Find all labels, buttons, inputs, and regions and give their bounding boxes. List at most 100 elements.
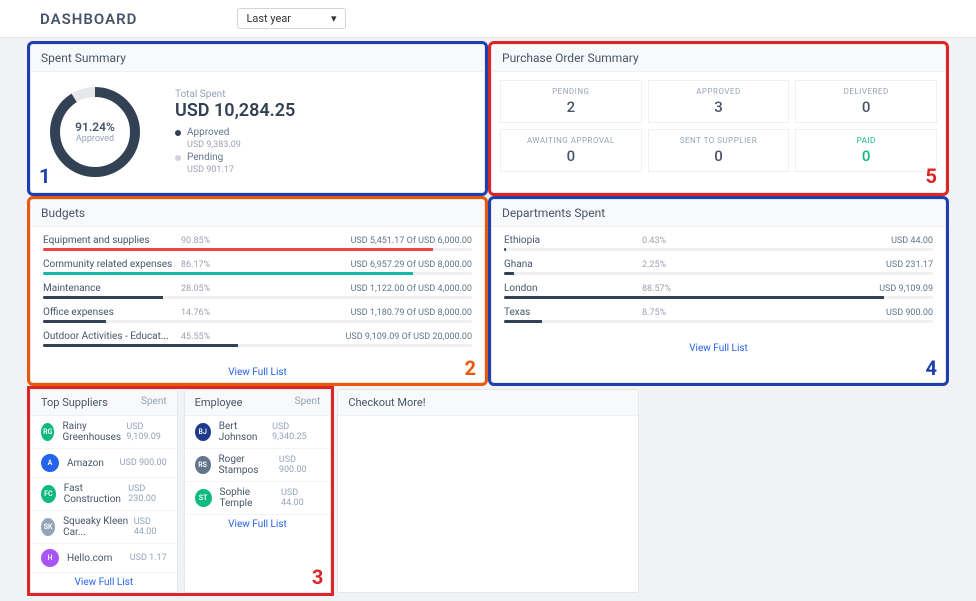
list-item[interactable]: SKSqueaky Kleen Car...USD 44.00 xyxy=(31,511,177,544)
row-name: Office expenses xyxy=(43,307,173,318)
avatar: FC xyxy=(41,485,56,503)
progress-bar xyxy=(43,248,472,251)
avatar: A xyxy=(41,454,59,472)
annotation-3: 3 xyxy=(312,565,323,589)
avatar: BJ xyxy=(195,423,211,441)
list-name: Sophie Temple xyxy=(220,487,282,509)
page-title: DASHBOARD xyxy=(40,10,137,28)
list-value: USD 230.00 xyxy=(128,484,166,504)
row-amount: USD 44.00 xyxy=(891,236,933,246)
annotation-2: 2 xyxy=(465,356,476,380)
row-name: Community related expenses xyxy=(43,259,173,270)
row-amount: USD 9,109.09 Of USD 20,000.00 xyxy=(346,332,472,342)
row-pct: 14.76% xyxy=(181,308,210,318)
po-value: 2 xyxy=(505,98,637,116)
list-value: USD 9,340.25 xyxy=(272,422,320,442)
legend-row: Pending xyxy=(175,152,470,163)
chevron-down-icon: ▾ xyxy=(331,12,337,25)
checkout-more-card: Checkout More! xyxy=(337,389,638,593)
avatar: RG xyxy=(41,423,54,441)
list-name: Roger Stampos xyxy=(219,454,279,476)
progress-bar xyxy=(43,320,472,323)
progress-bar xyxy=(504,320,933,323)
legend-dot-icon xyxy=(175,155,181,161)
legend-sub: USD 9,383.09 xyxy=(187,140,241,150)
card-title: Employee xyxy=(195,396,243,409)
spent-summary-card: 1 Spent Summary 91.24% Approved Total Sp… xyxy=(30,44,485,193)
progress-bar xyxy=(43,272,472,275)
po-cell[interactable]: DELIVERED0 xyxy=(795,80,937,123)
list-value: USD 1.17 xyxy=(130,553,167,563)
row-name: Ethiopia xyxy=(504,235,634,246)
progress-bar xyxy=(504,248,933,251)
suppliers-employees-group: 3 Top Suppliers Spent RG Rainy Greenhouse… xyxy=(30,389,331,593)
list-value: USD 9,109.09 xyxy=(126,422,166,442)
card-title: Top Suppliers xyxy=(41,396,108,409)
avatar: H xyxy=(41,549,59,567)
row-amount: USD 900.00 xyxy=(886,308,933,318)
column-label: Spent xyxy=(295,396,321,409)
list-item[interactable]: RS Roger StamposUSD 900.00 xyxy=(185,449,331,482)
list-item[interactable]: RG Rainy GreenhousesUSD 9,109.09 xyxy=(31,416,177,449)
list-item[interactable]: HHello.comUSD 1.17 xyxy=(31,544,177,573)
po-label: PENDING xyxy=(505,87,637,96)
po-cell[interactable]: AWAITING APPROVAL0 xyxy=(500,129,642,172)
list-value: USD 900.00 xyxy=(279,455,320,475)
row-pct: 88.57% xyxy=(642,284,671,294)
legend-dot-icon xyxy=(175,130,181,136)
po-cell[interactable]: SENT TO SUPPLIER0 xyxy=(648,129,790,172)
card-title: Checkout More! xyxy=(348,396,425,409)
po-value: 0 xyxy=(800,98,932,116)
period-select[interactable]: Last year ▾ xyxy=(237,8,345,29)
legend-label: Pending xyxy=(187,152,223,163)
view-full-list-link[interactable]: View Full List xyxy=(492,339,945,358)
annotation-1: 1 xyxy=(39,164,50,188)
po-label: APPROVED xyxy=(653,87,785,96)
budgets-card: 2 Budgets Equipment and supplies90.85%US… xyxy=(30,199,485,383)
legend-label: Approved xyxy=(187,127,229,138)
po-value: 3 xyxy=(653,98,785,116)
budget-row: Maintenance28.05%USD 1,122.00 Of USD 4,0… xyxy=(43,283,472,299)
budget-row: Outdoor Activities - Educat...45.55%USD … xyxy=(43,331,472,347)
legend-row: Approved xyxy=(175,127,470,138)
view-full-list-link[interactable]: View Full List xyxy=(31,573,177,592)
view-full-list-link[interactable]: View Full List xyxy=(31,363,484,382)
progress-bar xyxy=(504,272,933,275)
column-label: Spent xyxy=(141,396,167,409)
row-amount: USD 9,109.09 xyxy=(879,284,933,294)
po-label: PAID xyxy=(800,136,932,145)
list-name: Squeaky Kleen Car... xyxy=(63,516,134,538)
row-amount: USD 1,122.00 Of USD 4,000.00 xyxy=(351,284,472,294)
row-pct: 0.43% xyxy=(642,236,666,246)
row-pct: 2.25% xyxy=(642,260,666,270)
row-amount: USD 5,451.17 Of USD 6,000.00 xyxy=(351,236,472,246)
list-item[interactable]: FCFast ConstructionUSD 230.00 xyxy=(31,478,177,511)
budget-row: Equipment and supplies90.85%USD 5,451.17… xyxy=(43,235,472,251)
po-cell[interactable]: PENDING 2 xyxy=(500,80,642,123)
po-cell[interactable]: APPROVED 3 xyxy=(648,80,790,123)
employee-card: Employee Spent BJ Bert JohnsonUSD 9,340.2… xyxy=(184,389,332,593)
budget-row: Texas8.75%USD 900.00 xyxy=(504,307,933,323)
po-label: AWAITING APPROVAL xyxy=(505,136,637,145)
po-value: 0 xyxy=(653,147,785,165)
view-full-list-link[interactable]: View Full List xyxy=(185,515,331,534)
departments-card: 4 Departments Spent Ethiopia0.43%USD 44.… xyxy=(491,199,946,383)
total-spent-label: Total Spent xyxy=(175,89,470,100)
total-spent-value: USD 10,284.25 xyxy=(175,100,470,121)
budget-row: London88.57%USD 9,109.09 xyxy=(504,283,933,299)
card-title: Budgets xyxy=(31,200,484,227)
budget-row: Ghana2.25%USD 231.17 xyxy=(504,259,933,275)
list-name: Bert Johnson xyxy=(219,421,272,443)
list-item[interactable]: STSophie TempleUSD 44.00 xyxy=(185,482,331,515)
legend-sub: USD 901.17 xyxy=(187,165,234,175)
budget-row: Office expenses 14.76% USD 1,180.79 Of USD… xyxy=(43,307,472,323)
list-item[interactable]: BJ Bert JohnsonUSD 9,340.25 xyxy=(185,416,331,449)
list-item[interactable]: AAmazonUSD 900.00 xyxy=(31,449,177,478)
row-amount: USD 1,180.79 Of USD 8,000.00 xyxy=(351,308,472,318)
list-name: Rainy Greenhouses xyxy=(62,421,126,443)
row-pct: 90.85% xyxy=(181,236,210,246)
po-cell[interactable]: PAID0 xyxy=(795,129,937,172)
budget-row: Community related expenses86.17%USD 6,95… xyxy=(43,259,472,275)
avatar: RS xyxy=(195,456,211,474)
budget-row: Ethiopia 0.43% USD 44.00 xyxy=(504,235,933,251)
